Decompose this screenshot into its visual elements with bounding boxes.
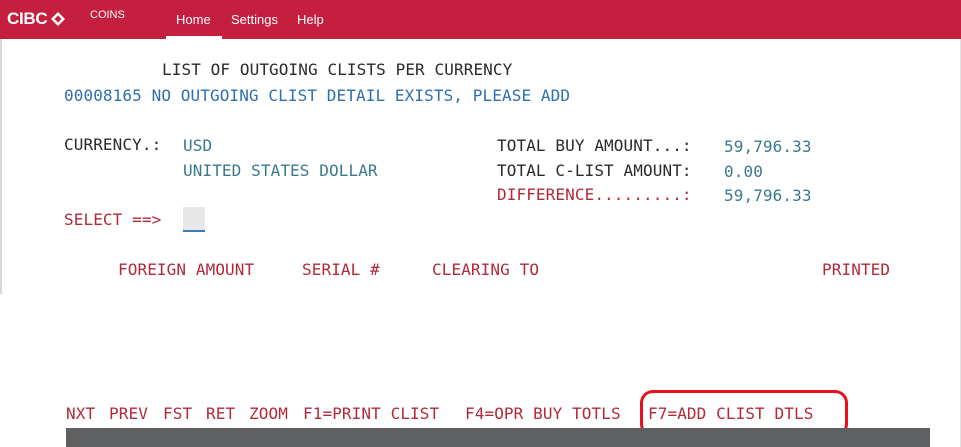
fkey-nxt[interactable]: NXT xyxy=(66,404,95,424)
nav-help[interactable]: Help xyxy=(297,12,324,27)
fkey-f1-print-clist[interactable]: F1=PRINT CLIST xyxy=(303,404,439,424)
column-header-printed: PRINTED xyxy=(822,260,891,279)
fkey-prev[interactable]: PREV xyxy=(109,404,148,424)
fkey-ret[interactable]: RET xyxy=(206,404,235,424)
terminal-left-border xyxy=(0,39,2,294)
total-buy-label: TOTAL BUY AMOUNT...: xyxy=(497,136,692,155)
difference-label: DIFFERENCE.........: xyxy=(497,185,692,204)
nav-home[interactable]: Home xyxy=(176,12,211,27)
currency-name: UNITED STATES DOLLAR xyxy=(183,161,378,180)
nav-active-indicator xyxy=(166,36,222,39)
fkey-fst[interactable]: FST xyxy=(163,404,192,424)
column-header-foreign-amount: FOREIGN AMOUNT xyxy=(118,260,255,279)
cibc-logo[interactable]: CIBC xyxy=(7,9,66,29)
total-clist-value: 0.00 xyxy=(724,162,763,181)
nav-settings[interactable]: Settings xyxy=(231,12,278,27)
cibc-diamond-icon xyxy=(51,12,66,26)
select-input[interactable] xyxy=(183,207,205,232)
total-clist-label: TOTAL C-LIST AMOUNT: xyxy=(497,161,692,180)
select-label: SELECT ==> xyxy=(64,210,162,229)
app-name: COINS xyxy=(90,9,125,21)
logo-text: CIBC xyxy=(7,9,48,28)
column-header-serial: SERIAL # xyxy=(302,260,380,279)
column-header-clearing-to: CLEARING TO xyxy=(432,260,540,279)
fkey-f4-opr-buy-totls[interactable]: F4=OPR BUY TOTLS xyxy=(465,404,621,424)
terminal-status-bar xyxy=(66,428,930,447)
currency-code: USD xyxy=(183,136,213,155)
currency-label: CURRENCY.: xyxy=(64,135,162,154)
fkey-zoom[interactable]: ZOOM xyxy=(249,404,288,424)
difference-value: 59,796.33 xyxy=(724,186,812,205)
top-bar: CIBC COINS Home Settings Help xyxy=(0,0,961,39)
total-buy-value: 59,796.33 xyxy=(724,137,812,156)
status-message: 00008165 NO OUTGOING CLIST DETAIL EXISTS… xyxy=(64,86,571,105)
screen-title: LIST OF OUTGOING CLISTS PER CURRENCY xyxy=(162,60,513,79)
